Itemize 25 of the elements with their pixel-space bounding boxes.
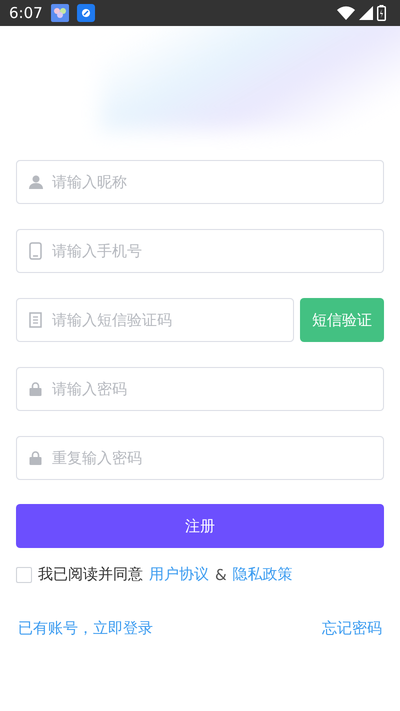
agreement-text: 我已阅读并同意 <box>38 565 143 584</box>
register-button[interactable]: 注册 <box>16 504 384 548</box>
document-icon <box>29 312 42 328</box>
app-icon <box>50 4 69 22</box>
lock-icon <box>29 451 42 465</box>
login-link[interactable]: 已有账号，立即登录 <box>18 619 153 638</box>
wifi-icon <box>337 6 355 20</box>
ampersand: & <box>215 566 227 584</box>
input-field[interactable]: 重复输入密码 <box>16 436 384 480</box>
app-icon <box>76 4 95 22</box>
status-time: 6:07 <box>9 4 43 22</box>
signal-icon <box>359 6 373 20</box>
battery-icon <box>377 5 386 21</box>
input-field[interactable]: 请输入昵称 <box>16 160 384 204</box>
agreement-checkbox[interactable] <box>16 566 32 582</box>
input-field[interactable]: 请输入密码 <box>16 367 384 411</box>
sms-code-button[interactable]: 短信验证 <box>300 298 384 342</box>
input-field[interactable]: 请输入手机号 <box>16 229 384 273</box>
privacy-policy-link[interactable]: 隐私政策 <box>232 565 293 584</box>
lock-icon <box>29 382 42 396</box>
phone-icon <box>29 242 42 260</box>
input-field[interactable]: 请输入短信验证码 <box>16 298 294 342</box>
user-icon <box>29 175 43 189</box>
user-agreement-link[interactable]: 用户协议 <box>149 565 209 584</box>
forgot-password-link[interactable]: 忘记密码 <box>322 619 382 638</box>
